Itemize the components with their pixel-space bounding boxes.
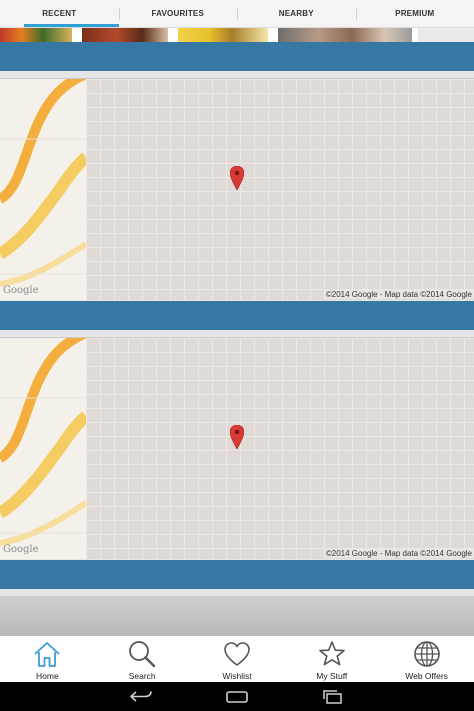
section-bar [0,560,474,589]
tab-label: PREMIUM [395,9,435,18]
map-grid [86,338,474,559]
back-icon[interactable] [128,688,154,705]
thumbnail-image[interactable] [178,28,268,42]
map-tile [0,338,86,559]
star-icon [318,641,345,666]
thumbnail-strip [0,28,474,42]
search-icon [129,641,156,668]
recent-apps-icon[interactable] [320,688,346,705]
map-copyright[interactable]: ©2014 Google - Map data ©2014 Google [323,290,474,299]
map-pin-icon[interactable] [230,425,244,449]
content-placeholder [0,596,474,636]
home-icon [34,642,60,667]
map-tile [0,79,86,300]
nav-wishlist[interactable]: Wishlist [190,636,285,682]
map-grid [86,79,474,300]
thumbnail-image[interactable] [82,28,168,42]
tab-premium[interactable]: PREMIUM [355,0,474,27]
map-copyright[interactable]: ©2014 Google - Map data ©2014 Google [323,549,474,558]
tab-label: FAVOURITES [151,9,205,18]
map-view[interactable]: Google ©2014 Google - Map data ©2014 Goo… [0,337,474,559]
tab-nearby[interactable]: NEARBY [237,0,356,27]
tab-label: RECENT [42,9,77,18]
bottom-nav: Home Search Wishlist My Stuff Web Offers [0,636,474,682]
system-nav-bar [0,682,474,711]
nav-search[interactable]: Search [95,636,190,682]
nav-web-offers[interactable]: Web Offers [379,636,474,682]
nav-label: Web Offers [405,671,448,681]
thumbnail-image[interactable] [0,28,72,42]
heart-icon [224,642,250,666]
section-bar [0,301,474,330]
map-pin-icon[interactable] [230,166,244,190]
thumbnail-image[interactable] [278,28,412,42]
nav-home[interactable]: Home [0,636,95,682]
home-button-icon[interactable] [224,688,250,705]
tab-label: NEARBY [278,9,314,18]
tab-favourites[interactable]: FAVOURITES [118,0,238,27]
google-logo: Google [3,544,39,555]
tab-recent[interactable]: RECENT [0,0,119,27]
nav-my-stuff[interactable]: My Stuff [284,636,379,682]
map-view[interactable]: Google ©2014 Google - Map data ©2014 Goo… [0,78,474,300]
google-logo: Google [3,285,39,296]
thumbnail-image[interactable] [418,28,474,42]
section-bar [0,42,474,71]
globe-icon [413,641,440,667]
nav-label: My Stuff [316,671,348,681]
nav-label: Home [36,671,59,681]
tab-bar: RECENT FAVOURITES NEARBY PREMIUM [0,0,474,28]
app-screen: RECENT FAVOURITES NEARBY PREMIUM Google … [0,0,474,711]
nav-label: Wishlist [222,671,252,681]
nav-label: Search [128,671,156,681]
